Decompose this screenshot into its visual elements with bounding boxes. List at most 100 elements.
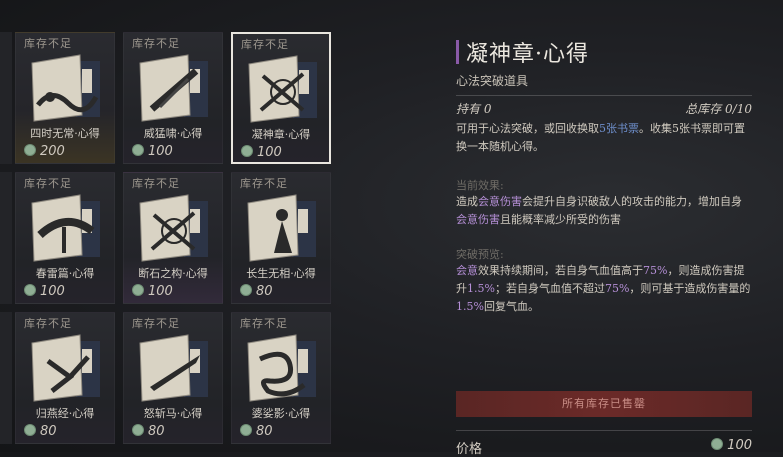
preview-highlight: 75% — [643, 264, 668, 277]
price-amount: 100 — [257, 145, 282, 160]
coin-icon — [240, 424, 252, 436]
preview-text: 效果持续期间，若自身气血值高于 — [478, 264, 643, 277]
breakthrough-preview-text: 会意效果持续期间，若自身气血值高于75%，则造成伤害提升1.5%；若自身气血值不… — [456, 262, 752, 316]
item-name: 怒斩马·心得 — [143, 407, 203, 420]
tree-book-icon — [31, 194, 100, 262]
item-card[interactable]: 库存不足断石之构·心得 100 — [123, 172, 223, 304]
wave-book-icon — [31, 54, 100, 122]
coin-icon — [24, 424, 36, 436]
price-amount: 80 — [40, 424, 57, 439]
effect-highlight: 会意伤害 — [478, 195, 522, 208]
item-card[interactable]: 库存不足怒斩马·心得 80 — [123, 312, 223, 444]
stock-status: 库存不足 — [240, 317, 288, 330]
item-name: 婆娑影·心得 — [251, 407, 311, 420]
item-price: 100 — [132, 284, 173, 299]
desc-highlight: 5张书票 — [599, 122, 639, 135]
stock-status: 库存不足 — [132, 37, 180, 50]
item-card[interactable]: 库存不足凝神章·心得 100 — [231, 32, 331, 164]
current-effect-text: 造成会意伤害会提升自身识破敌人的攻击的能力，增加自身会意伤害且能概率减少所受的伤… — [456, 193, 752, 229]
item-price: 100 — [24, 284, 65, 299]
coin-icon — [132, 284, 144, 296]
current-effect-label: 当前效果: — [456, 179, 504, 192]
stock-status: 库存不足 — [241, 38, 289, 51]
cross-book-icon — [248, 55, 317, 123]
stock-status: 库存不足 — [132, 177, 180, 190]
item-card[interactable]: 库存不足春雷篇·心得 100 — [15, 172, 115, 304]
item-card[interactable]: 库存不足长生无相·心得 80 — [231, 172, 331, 304]
item-name: 威猛啸·心得 — [143, 127, 203, 140]
price-amount: 100 — [727, 438, 752, 453]
item-detail-panel: 凝神章·心得 心法突破道具 持有 0 总库存 0/10 可用于心法突破，或回收换… — [456, 0, 756, 457]
preview-text: 回复气血。 — [483, 300, 539, 313]
desc-text: 可用于心法突破，或回收换取 — [456, 122, 599, 135]
item-name: 长生无相·心得 — [246, 267, 316, 280]
total-stock: 总库存 0/10 — [685, 102, 752, 116]
coin-icon — [24, 284, 36, 296]
item-card[interactable]: 库存不足四时无常·心得 200 — [15, 32, 115, 164]
stock-row: 持有 0 总库存 0/10 — [456, 100, 752, 117]
preview-highlight: 会意 — [456, 264, 478, 277]
dragon-book-icon — [247, 334, 316, 402]
coin-icon — [24, 144, 36, 156]
item-price: 80 — [132, 424, 165, 439]
price-amount: 100 — [148, 284, 173, 299]
stock-status: 库存不足 — [24, 37, 72, 50]
partial-card[interactable] — [0, 172, 12, 304]
item-price: 100 — [241, 145, 282, 160]
stock-status: 库存不足 — [240, 177, 288, 190]
item-price: 200 — [24, 144, 65, 159]
partial-card[interactable] — [0, 312, 12, 444]
stock-status: 库存不足 — [24, 317, 72, 330]
preview-highlight: 1.5% — [467, 282, 495, 295]
preview-highlight: 1.5% — [456, 300, 484, 313]
coin-icon — [132, 424, 144, 436]
figure-book-icon — [247, 194, 316, 262]
effect-highlight: 会意伤害 — [456, 213, 500, 226]
item-card[interactable]: 库存不足归燕经·心得 80 — [15, 312, 115, 444]
star-book-icon — [31, 334, 100, 402]
partial-card[interactable] — [0, 32, 12, 164]
item-card[interactable]: 库存不足婆娑影·心得 80 — [231, 312, 331, 444]
price-amount: 80 — [148, 424, 165, 439]
effect-text: 造成 — [456, 195, 478, 208]
slash-book-icon — [139, 54, 208, 122]
item-price: 80 — [240, 284, 273, 299]
item-grid: 库存不足 四时无常·心得 200 库存不足 威猛啸·心得 100 库存不足 凝神章·心得 100… — [0, 0, 340, 452]
coin-icon — [132, 144, 144, 156]
price-amount: 200 — [40, 144, 65, 159]
item-title: 凝神章·心得 — [466, 42, 589, 67]
preview-text: ，则可基于造成伤害量的 — [629, 282, 751, 295]
coin-icon — [711, 438, 724, 450]
price-amount: 80 — [256, 424, 273, 439]
divider — [456, 430, 752, 431]
item-price: 80 — [24, 424, 57, 439]
breakthrough-preview-label: 突破预览: — [456, 248, 504, 261]
stock-status: 库存不足 — [24, 177, 72, 190]
item-subtitle: 心法突破道具 — [456, 74, 529, 88]
price-amount: 80 — [256, 284, 273, 299]
price-value: 100 — [711, 438, 752, 453]
item-card[interactable]: 库存不足威猛啸·心得 100 — [123, 32, 223, 164]
item-name: 断石之构·心得 — [138, 267, 208, 280]
item-price: 80 — [240, 424, 273, 439]
price-row: 价格 100 — [456, 438, 752, 457]
coin-icon — [241, 145, 253, 157]
sold-out-button[interactable]: 所有库存已售罄 — [456, 391, 752, 417]
preview-text: ；若自身气血值不超过 — [494, 282, 605, 295]
cross-book-icon — [139, 194, 208, 262]
item-name: 凝神章·心得 — [251, 128, 311, 141]
coin-icon — [240, 284, 252, 296]
price-amount: 100 — [40, 284, 65, 299]
price-label: 价格 — [456, 442, 483, 457]
item-price: 100 — [132, 144, 173, 159]
blade-book-icon — [139, 334, 208, 402]
item-name: 归燕经·心得 — [35, 407, 95, 420]
item-name: 四时无常·心得 — [30, 127, 100, 140]
divider — [456, 95, 752, 96]
stock-status: 库存不足 — [132, 317, 180, 330]
item-description: 可用于心法突破，或回收换取5张书票。收集5张书票即可置换一本随机心得。 — [456, 120, 752, 156]
item-name: 春雷篇·心得 — [35, 267, 95, 280]
price-amount: 100 — [148, 144, 173, 159]
owned-count: 持有 0 — [456, 102, 492, 116]
effect-text: 会提升自身识破敌人的攻击的能力，增加自身 — [522, 195, 742, 208]
